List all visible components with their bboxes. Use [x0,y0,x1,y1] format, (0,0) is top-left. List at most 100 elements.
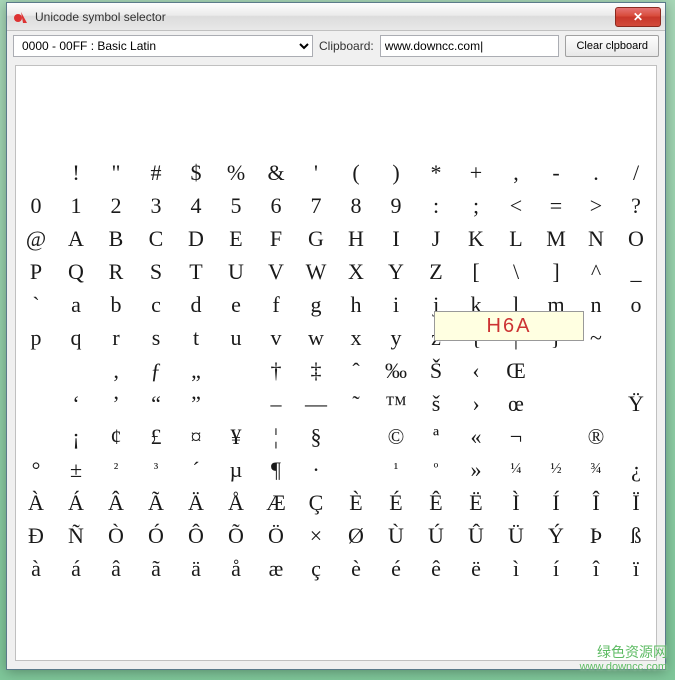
symbol-cell[interactable]: < [496,189,536,222]
symbol-cell[interactable]: ! [56,156,96,189]
symbol-cell[interactable]: ƒ [136,354,176,387]
symbol-cell[interactable]: 0 [16,189,56,222]
symbol-cell[interactable]: - [536,156,576,189]
symbol-cell[interactable]: u [216,321,256,354]
symbol-cell[interactable]: Ã [136,486,176,519]
symbol-cell[interactable] [16,354,56,387]
range-select[interactable]: 0000 - 00FF : Basic Latin [13,35,313,57]
symbol-cell[interactable]: Ì [496,486,536,519]
symbol-cell[interactable]: ª [416,420,456,453]
clear-clipboard-button[interactable]: Clear clpboard [565,35,659,57]
symbol-cell[interactable]: q [56,321,96,354]
symbol-cell[interactable]: Ï [616,486,656,519]
symbol-cell[interactable]: C [136,222,176,255]
symbol-cell[interactable]: Á [56,486,96,519]
symbol-cell[interactable]: Ü [496,519,536,552]
symbol-cell[interactable]: é [376,552,416,585]
symbol-cell[interactable]: ` [16,288,56,321]
symbol-cell[interactable]: ¼ [496,453,536,486]
symbol-cell[interactable]: ê [416,552,456,585]
symbol-cell[interactable]: ± [56,453,96,486]
symbol-cell[interactable]: ¹ [376,453,416,486]
symbol-cell[interactable]: 1 [56,189,96,222]
symbol-cell[interactable]: › [456,387,496,420]
symbol-cell[interactable]: E [216,222,256,255]
symbol-cell[interactable]: ï [616,552,656,585]
symbol-cell[interactable]: ¿ [616,453,656,486]
symbol-cell[interactable]: ] [536,255,576,288]
symbol-cell[interactable]: s [136,321,176,354]
symbol-cell[interactable]: : [416,189,456,222]
symbol-cell[interactable]: À [16,486,56,519]
symbol-cell[interactable]: . [576,156,616,189]
symbol-cell[interactable]: µ [216,453,256,486]
symbol-cell[interactable]: ¾ [576,453,616,486]
symbol-cell[interactable]: " [96,156,136,189]
symbol-cell[interactable]: Ù [376,519,416,552]
symbol-cell[interactable]: è [336,552,376,585]
symbol-cell[interactable]: º [416,453,456,486]
symbol-cell[interactable]: ' [296,156,336,189]
symbol-cell[interactable]: × [296,519,336,552]
symbol-cell[interactable]: — [296,387,336,420]
symbol-cell[interactable]: # [136,156,176,189]
symbol-cell[interactable]: d [176,288,216,321]
symbol-cell[interactable]: à [16,552,56,585]
symbol-cell[interactable]: Þ [576,519,616,552]
symbol-cell[interactable]: Û [456,519,496,552]
symbol-cell[interactable]: v [256,321,296,354]
symbol-cell[interactable]: Î [576,486,616,519]
symbol-cell[interactable]: „ [176,354,216,387]
symbol-cell[interactable]: + [456,156,496,189]
symbol-cell[interactable]: V [256,255,296,288]
symbol-cell[interactable]: Ð [16,519,56,552]
symbol-cell[interactable]: ¢ [96,420,136,453]
symbol-cell[interactable]: _ [616,255,656,288]
symbol-cell[interactable]: ™ [376,387,416,420]
symbol-cell[interactable]: ˜ [336,387,376,420]
symbol-cell[interactable]: = [536,189,576,222]
symbol-cell[interactable]: ” [176,387,216,420]
symbol-cell[interactable]: W [296,255,336,288]
symbol-cell[interactable]: ¤ [176,420,216,453]
symbol-cell[interactable]: £ [136,420,176,453]
symbol-cell[interactable]: Ò [96,519,136,552]
symbol-cell[interactable]: ° [16,453,56,486]
symbol-cell[interactable]: Ý [536,519,576,552]
symbol-cell[interactable]: \ [496,255,536,288]
symbol-cell[interactable]: ¡ [56,420,96,453]
symbol-cell[interactable]: * [416,156,456,189]
symbol-cell[interactable]: Ö [256,519,296,552]
symbol-cell[interactable]: “ [136,387,176,420]
symbol-cell[interactable]: ^ [576,255,616,288]
symbol-cell[interactable]: y [376,321,416,354]
symbol-cell[interactable]: L [496,222,536,255]
symbol-cell[interactable]: f [256,288,296,321]
symbol-cell[interactable]: , [496,156,536,189]
symbol-cell[interactable]: ² [96,453,136,486]
symbol-cell[interactable] [576,387,616,420]
symbol-cell[interactable]: r [96,321,136,354]
symbol-cell[interactable]: ( [336,156,376,189]
symbol-cell[interactable]: Z [416,255,456,288]
symbol-cell[interactable] [216,354,256,387]
symbol-cell[interactable]: U [216,255,256,288]
symbol-cell[interactable]: % [216,156,256,189]
symbol-cell[interactable]: í [536,552,576,585]
symbol-cell[interactable]: R [96,255,136,288]
symbol-cell[interactable]: á [56,552,96,585]
symbol-cell[interactable]: î [576,552,616,585]
symbol-cell[interactable]: 2 [96,189,136,222]
symbol-cell[interactable] [536,387,576,420]
symbol-cell[interactable]: @ [16,222,56,255]
symbol-cell[interactable]: Ô [176,519,216,552]
symbol-cell[interactable]: & [256,156,296,189]
symbol-cell[interactable]: ‘ [56,387,96,420]
symbol-cell[interactable]: 3 [136,189,176,222]
symbol-cell[interactable]: 7 [296,189,336,222]
symbol-cell[interactable]: 8 [336,189,376,222]
symbol-cell[interactable]: J [416,222,456,255]
symbol-cell[interactable]: š [416,387,456,420]
symbol-cell[interactable]: ¬ [496,420,536,453]
symbol-cell[interactable] [16,387,56,420]
